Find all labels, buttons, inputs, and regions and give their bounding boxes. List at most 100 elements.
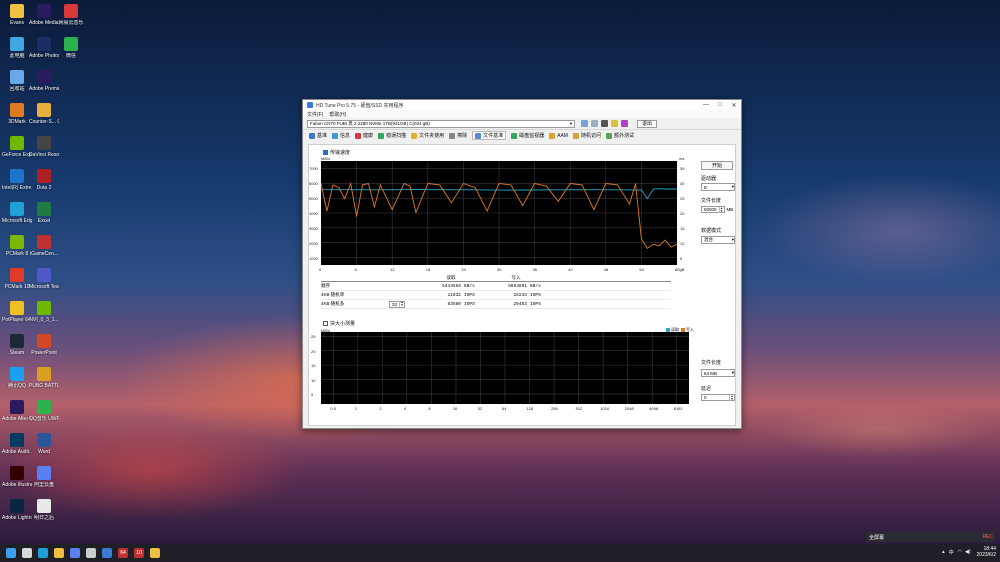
tab-2[interactable]: 健康 xyxy=(355,132,373,139)
spinner-arrows-icon[interactable]: ▲ ▼ xyxy=(399,301,404,307)
desktop-icon[interactable]: 网易云音乐 xyxy=(56,4,86,26)
tab-3[interactable]: 错误扫描 xyxy=(378,132,406,139)
ime-language[interactable]: 中 xyxy=(949,549,954,556)
search-icon[interactable] xyxy=(22,548,32,558)
read-header: 读取 xyxy=(446,275,456,280)
chevron-up-icon[interactable]: ▴ xyxy=(942,549,945,555)
settings-icon[interactable] xyxy=(86,548,96,558)
desktop-icon[interactable]: PowerPoint xyxy=(29,334,59,356)
y-tick-label: 1000 xyxy=(309,255,318,261)
wifi-icon[interactable]: ◠ xyxy=(958,549,962,555)
desktop-icon[interactable]: Microsoft Edge xyxy=(2,202,32,224)
cpuz-icon[interactable]: 64 xyxy=(118,548,128,558)
maximize-button[interactable]: □ xyxy=(713,102,727,108)
tab-0[interactable]: 基准 xyxy=(309,132,327,139)
x-tick-label: 4 xyxy=(403,406,407,411)
desktop-icon[interactable]: iGameCen... xyxy=(29,235,59,257)
desktop-icon-label: Adobe Audit... xyxy=(2,449,32,455)
menu-file[interactable]: 文件(F) xyxy=(307,111,323,118)
recording-mode-label[interactable]: 全屏幕 xyxy=(869,534,884,541)
spinner-arrows-icon[interactable]: ▲ ▼ xyxy=(718,206,724,213)
desktop-icon[interactable]: Intel(R) Extre... xyxy=(2,169,32,191)
edge-icon[interactable] xyxy=(38,548,48,558)
start-button[interactable]: 开始 xyxy=(701,161,733,170)
rec-indicator[interactable]: REC xyxy=(982,534,993,540)
drive-select[interactable]: Fubon CN70 FUBI 黑 2 2280 NVMe 1TB(931GB)… xyxy=(307,119,575,128)
app-shortcut-icon xyxy=(37,235,51,249)
read-value: 5443558 xyxy=(442,283,461,289)
tab-10[interactable]: 额外测试 xyxy=(605,132,634,139)
copy-icon[interactable] xyxy=(581,120,588,127)
app-shortcut-icon xyxy=(37,4,51,18)
write-unit: IOPS xyxy=(530,301,541,307)
desktop-icon[interactable]: Counter-S... Global Off... xyxy=(29,103,59,125)
title-bar: HD Tune Pro 5.75 - 硬盘/SSD 实用程序 — □ ✕ xyxy=(303,100,741,110)
desktop-icon[interactable]: Dota 2 xyxy=(29,169,59,191)
desktop-icon[interactable]: Word xyxy=(29,433,59,455)
hdtune-icon[interactable] xyxy=(102,548,112,558)
paste-icon[interactable] xyxy=(591,120,598,127)
desktop-icon[interactable]: Adobe Premie... xyxy=(29,70,59,92)
desktop-icon[interactable]: 微信 xyxy=(56,37,86,59)
transfer-speed-checkbox[interactable]: 传输速度 xyxy=(323,149,350,156)
block-file-length-select[interactable]: 64 MB ▾ xyxy=(701,369,735,377)
options-icon[interactable] xyxy=(611,120,618,127)
desktop-icon[interactable]: Steam xyxy=(2,334,32,356)
tab-9[interactable]: 随机访问 xyxy=(572,132,601,139)
desktop-icon[interactable]: QQ音乐 UWP xyxy=(29,400,59,422)
desktop-icon-label: 回收站 xyxy=(9,86,25,92)
explorer-icon[interactable] xyxy=(54,548,64,558)
desktop-icon[interactable]: PotPlayer 64 bit xyxy=(2,301,32,323)
store-icon[interactable] xyxy=(70,548,80,558)
tab-4[interactable]: 文件夹使用 xyxy=(411,132,444,139)
minimize-button[interactable]: — xyxy=(699,102,713,108)
desktop-icon[interactable]: GeForce Experience xyxy=(2,136,32,158)
close-button[interactable]: ✕ xyxy=(727,102,741,109)
desktop-icon[interactable]: Adobe Photosh... xyxy=(29,37,59,59)
camera-icon[interactable] xyxy=(601,120,608,127)
app10-icon[interactable]: 10 xyxy=(134,548,144,558)
tab-5[interactable]: 擦除 xyxy=(449,132,467,139)
start-icon[interactable] xyxy=(6,548,16,558)
desktop-icon[interactable]: Evans xyxy=(2,4,32,26)
desktop-icon[interactable]: 明日之后 xyxy=(29,499,59,521)
desktop-icon[interactable]: Adobe After Effects 2022 xyxy=(2,400,32,422)
desktop-icon[interactable]: Excel xyxy=(29,202,59,224)
desktop-icon[interactable]: PCMark 10 xyxy=(2,268,32,290)
tab-icon xyxy=(605,132,612,139)
drive-letter-select[interactable]: E: ▾ xyxy=(701,183,735,191)
file-length-spinner[interactable]: 60000 ▲ ▼ xyxy=(701,206,725,213)
menu-help[interactable]: 帮助(H) xyxy=(329,111,346,118)
tab-7[interactable]: 磁盘监视器 xyxy=(511,132,544,139)
volume-icon[interactable]: ◀) xyxy=(965,549,971,555)
clock[interactable]: 18:44 2023/6/2 xyxy=(977,546,996,558)
queue-depth-spinner[interactable]: 32 ▲ ▼ xyxy=(389,300,406,308)
tab-8[interactable]: AAM xyxy=(549,132,568,139)
desktop-icon[interactable]: PUBG BATTLEGR... xyxy=(29,367,59,389)
desktop-icon[interactable]: NVI_0_3_1... xyxy=(29,301,59,323)
desktop-icon[interactable]: Microsoft Teams xyxy=(29,268,59,290)
desktop-icon[interactable]: 此电脑 xyxy=(2,37,32,59)
desktop-icon[interactable]: 回收站 xyxy=(2,70,32,92)
desktop-icon[interactable]: 3DMark xyxy=(2,103,32,125)
tab-6[interactable]: 文件基准 xyxy=(472,131,507,140)
desktop-icon[interactable]: Adobe Illustrat... xyxy=(2,466,32,488)
desktop-icon-label: Adobe After Effects 2022 xyxy=(2,416,32,422)
delay-spinner[interactable]: 0 ▲ ▼ xyxy=(701,394,735,401)
desktop-icon[interactable]: Adobe Audit... xyxy=(2,433,32,455)
spinner-arrows-icon[interactable]: ▲ ▼ xyxy=(729,394,734,401)
desktop-icon[interactable]: Adobe Media... xyxy=(29,4,59,26)
desktop-icon[interactable]: 腾讯QQ xyxy=(2,367,32,389)
desktop-icon[interactable]: 阿里云盘 xyxy=(29,466,59,488)
block-size-checkbox[interactable]: 块大小测量 xyxy=(323,320,355,327)
save-icon[interactable] xyxy=(621,120,628,127)
exit-button[interactable]: 退出 xyxy=(637,119,658,128)
desktop-icon[interactable]: PCMark 8 xyxy=(2,235,32,257)
desktop-icon[interactable]: Adobe Lightroo... xyxy=(2,499,32,521)
read-value: 83580 xyxy=(447,301,461,307)
y-tick-label: 25 xyxy=(311,334,316,340)
paint-icon[interactable] xyxy=(150,548,160,558)
data-mode-select[interactable]: 混合 ▾ xyxy=(701,236,735,244)
desktop-icon[interactable]: DaVinci Resolve xyxy=(29,136,59,158)
tab-1[interactable]: 信息 xyxy=(332,132,350,139)
